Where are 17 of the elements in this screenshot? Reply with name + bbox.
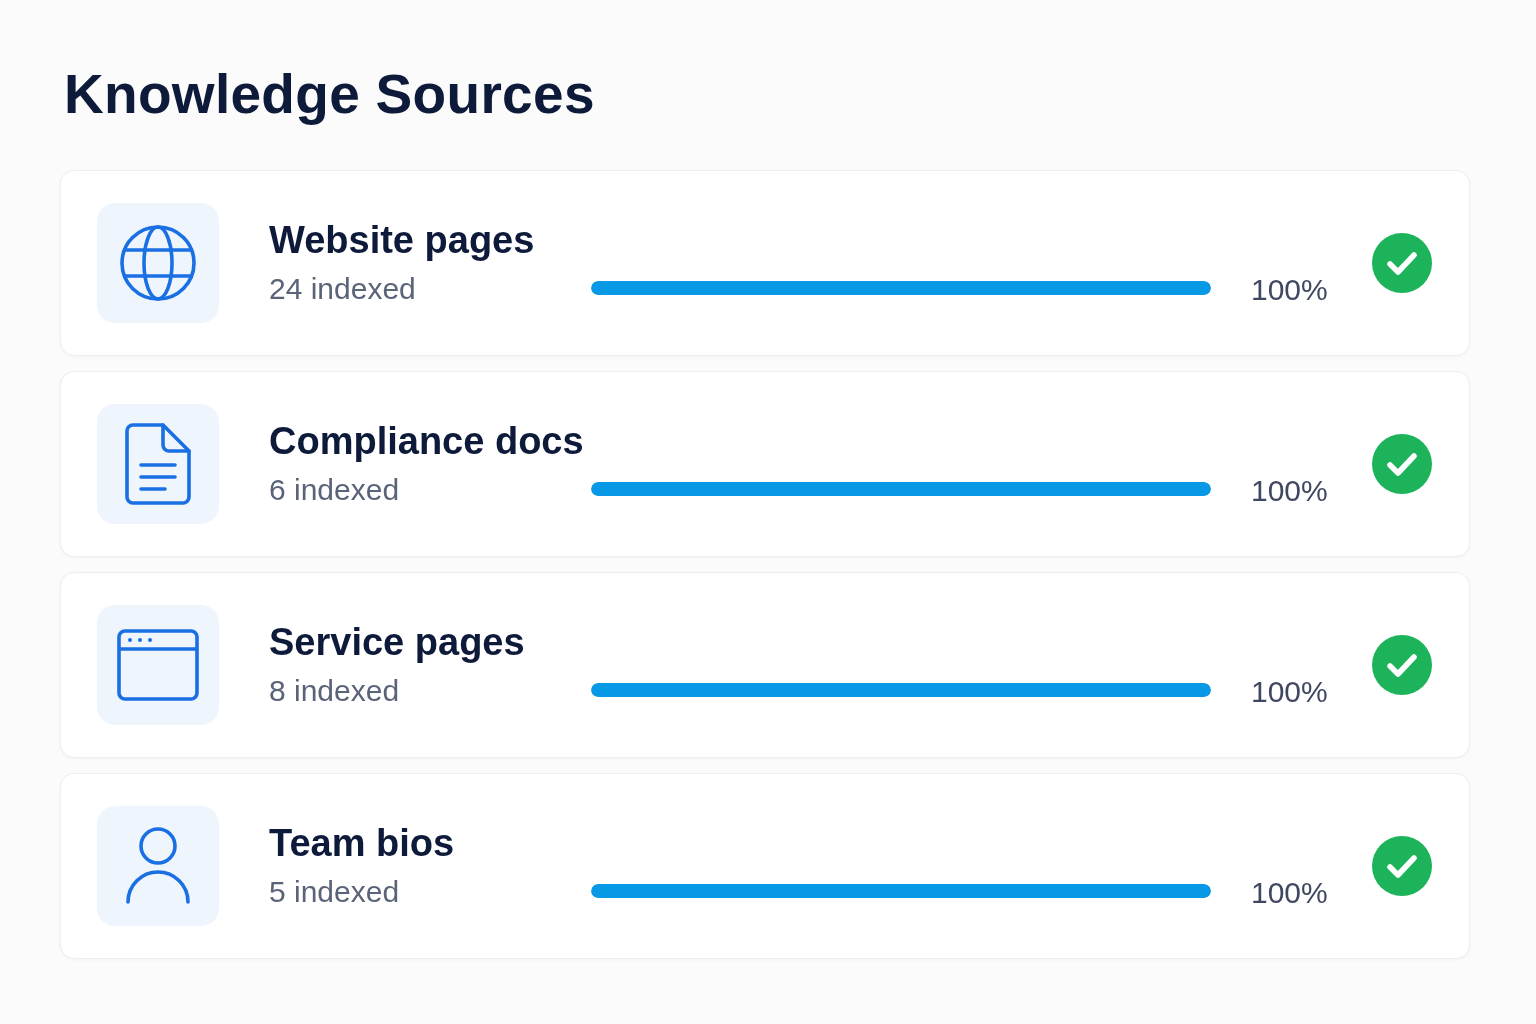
progress-percent: 100%	[1251, 875, 1328, 911]
document-icon	[125, 423, 191, 505]
indexed-count: 24 indexed	[269, 271, 416, 307]
indexed-count: 8 indexed	[269, 673, 400, 709]
globe-icon	[120, 224, 196, 302]
page-title: Knowledge Sources	[64, 62, 595, 127]
indexed-count: 6 indexed	[269, 472, 400, 508]
source-name: Website pages	[269, 218, 535, 263]
browser-window-icon	[117, 629, 199, 701]
source-name: Compliance docs	[269, 419, 584, 464]
source-name: Team bios	[269, 821, 455, 866]
indexed-count: 5 indexed	[269, 874, 400, 910]
person-icon	[125, 826, 191, 906]
progress-percent: 100%	[1251, 473, 1328, 509]
source-name: Service pages	[269, 620, 525, 665]
progress-percent: 100%	[1251, 272, 1328, 308]
progress-percent: 100%	[1251, 674, 1328, 710]
